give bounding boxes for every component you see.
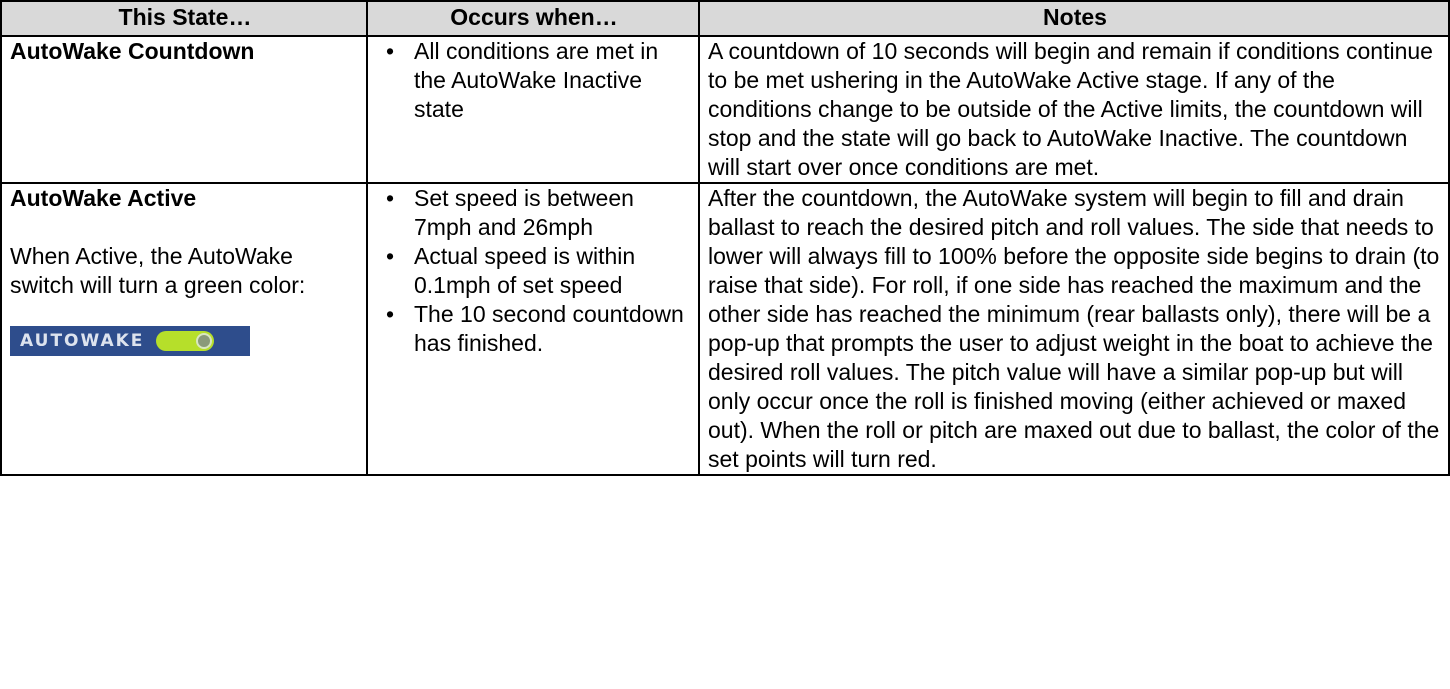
- state-description: When Active, the AutoWake switch will tu…: [10, 243, 306, 298]
- conditions-cell: All conditions are met in the AutoWake I…: [366, 35, 700, 184]
- header-notes: Notes: [698, 0, 1450, 37]
- notes-text: A countdown of 10 seconds will begin and…: [708, 38, 1433, 180]
- conditions-list: All conditions are met in the AutoWake I…: [376, 37, 692, 124]
- table-row: AutoWake Active When Active, the AutoWak…: [0, 182, 1450, 476]
- autowake-switch-label: AUTOWAKE: [20, 330, 145, 351]
- conditions-cell: Set speed is between 7mph and 26mph Actu…: [366, 182, 700, 476]
- condition-item: Actual speed is within 0.1mph of set spe…: [386, 242, 692, 300]
- state-name: AutoWake Countdown: [10, 38, 255, 64]
- condition-item: All conditions are met in the AutoWake I…: [386, 37, 692, 124]
- notes-cell: A countdown of 10 seconds will begin and…: [698, 35, 1450, 184]
- table-row: AutoWake Countdown All conditions are me…: [0, 35, 1450, 184]
- autowake-switch-image: AUTOWAKE: [10, 326, 250, 356]
- state-name: AutoWake Active: [10, 185, 197, 211]
- header-row: This State… Occurs when… Notes: [0, 0, 1450, 37]
- conditions-list: Set speed is between 7mph and 26mph Actu…: [376, 184, 692, 358]
- state-cell: AutoWake Active When Active, the AutoWak…: [0, 182, 368, 476]
- autowake-states-table: This State… Occurs when… Notes AutoWake …: [0, 0, 1450, 476]
- condition-item: Set speed is between 7mph and 26mph: [386, 184, 692, 242]
- toggle-on-icon: [156, 331, 215, 351]
- condition-item: The 10 second countdown has finished.: [386, 300, 692, 358]
- notes-cell: After the countdown, the AutoWake system…: [698, 182, 1450, 476]
- header-state: This State…: [0, 0, 368, 37]
- state-cell: AutoWake Countdown: [0, 35, 368, 184]
- notes-text: After the countdown, the AutoWake system…: [708, 185, 1440, 472]
- toggle-knob-icon: [196, 333, 213, 349]
- header-occurs-when: Occurs when…: [366, 0, 700, 37]
